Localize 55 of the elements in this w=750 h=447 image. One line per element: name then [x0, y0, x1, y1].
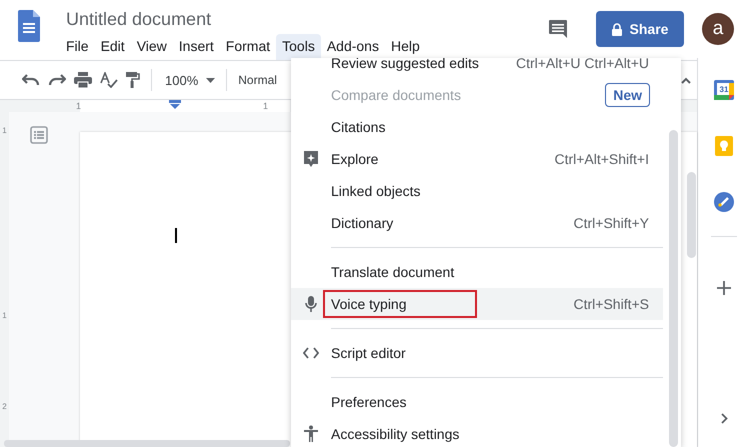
paint-format-icon[interactable] — [126, 72, 140, 88]
ruler-label: 1 — [2, 311, 7, 320]
shortcut-text: Ctrl+Alt+Shift+I — [554, 151, 649, 167]
undo-icon[interactable] — [22, 74, 40, 86]
ruler-label: 1 — [2, 126, 7, 135]
chevron-up-icon[interactable] — [681, 76, 691, 84]
calendar-icon[interactable]: 31 — [714, 80, 734, 100]
menu-bar-item[interactable]: Format — [220, 34, 276, 61]
menu-item[interactable]: Review suggested edits Ctrl+Alt+U Ctrl+Alt+U — [291, 58, 663, 79]
accessibility-icon — [303, 425, 319, 443]
lock-icon — [612, 22, 622, 36]
menu-bar-item[interactable]: Tools — [276, 34, 321, 61]
menu-bar-item[interactable]: File — [60, 34, 95, 61]
menu-bar-item[interactable]: Insert — [172, 34, 220, 61]
document-icon[interactable] — [18, 10, 40, 42]
menu-item[interactable]: Accessibility settings — [291, 418, 663, 447]
menu-bar-item[interactable]: View — [130, 34, 173, 61]
shortcut-text: Ctrl+Alt+U Ctrl+Alt+U — [516, 58, 649, 71]
menu-item[interactable]: Explore Ctrl+Alt+Shift+I — [291, 143, 663, 175]
spellcheck-icon[interactable] — [100, 72, 118, 88]
chevron-right-icon[interactable] — [720, 413, 728, 424]
print-icon[interactable] — [74, 72, 92, 88]
style-dropdown[interactable]: Normal — [238, 73, 277, 87]
redo-icon[interactable] — [48, 74, 66, 86]
menu-item[interactable]: Script editor — [291, 337, 663, 369]
menu-item[interactable]: Preferences — [291, 386, 663, 418]
explore-icon — [303, 150, 319, 168]
ruler-label: 2 — [2, 402, 7, 411]
ruler-label: 1 — [76, 101, 82, 111]
menu-item[interactable]: Linked objects — [291, 175, 663, 207]
zoom-dropdown[interactable]: 100% — [165, 72, 198, 88]
menu-item[interactable]: Dictionary Ctrl+Shift+Y — [291, 207, 663, 239]
comment-icon[interactable] — [548, 19, 568, 39]
microphone-icon — [304, 295, 318, 313]
caret-icon[interactable] — [206, 78, 216, 82]
shortcut-text: Ctrl+Shift+Y — [574, 215, 649, 231]
scrollbar[interactable] — [669, 130, 678, 447]
scrollbar[interactable] — [687, 172, 696, 258]
menu-bar-item[interactable]: Help — [384, 34, 426, 61]
avatar[interactable]: a — [702, 13, 734, 45]
new-badge: New — [605, 83, 650, 107]
document-title[interactable]: Untitled document — [66, 8, 426, 30]
menu-item[interactable]: Voice typing Ctrl+Shift+S — [291, 288, 663, 320]
code-icon — [303, 347, 319, 359]
text-cursor — [175, 228, 177, 243]
menu-item[interactable]: Citations — [291, 111, 663, 143]
horizontal-scrollbar[interactable] — [4, 440, 290, 447]
indent-marker-icon[interactable] — [169, 100, 181, 110]
plus-icon[interactable] — [717, 281, 731, 295]
ruler-label: 1 — [263, 101, 268, 111]
menu-bar-item[interactable]: Edit — [94, 34, 131, 61]
share-button[interactable]: Share — [596, 11, 684, 47]
shortcut-text: Ctrl+Shift+S — [574, 296, 649, 312]
menu-item[interactable]: Translate document — [291, 256, 663, 288]
tasks-icon[interactable] — [714, 192, 734, 212]
